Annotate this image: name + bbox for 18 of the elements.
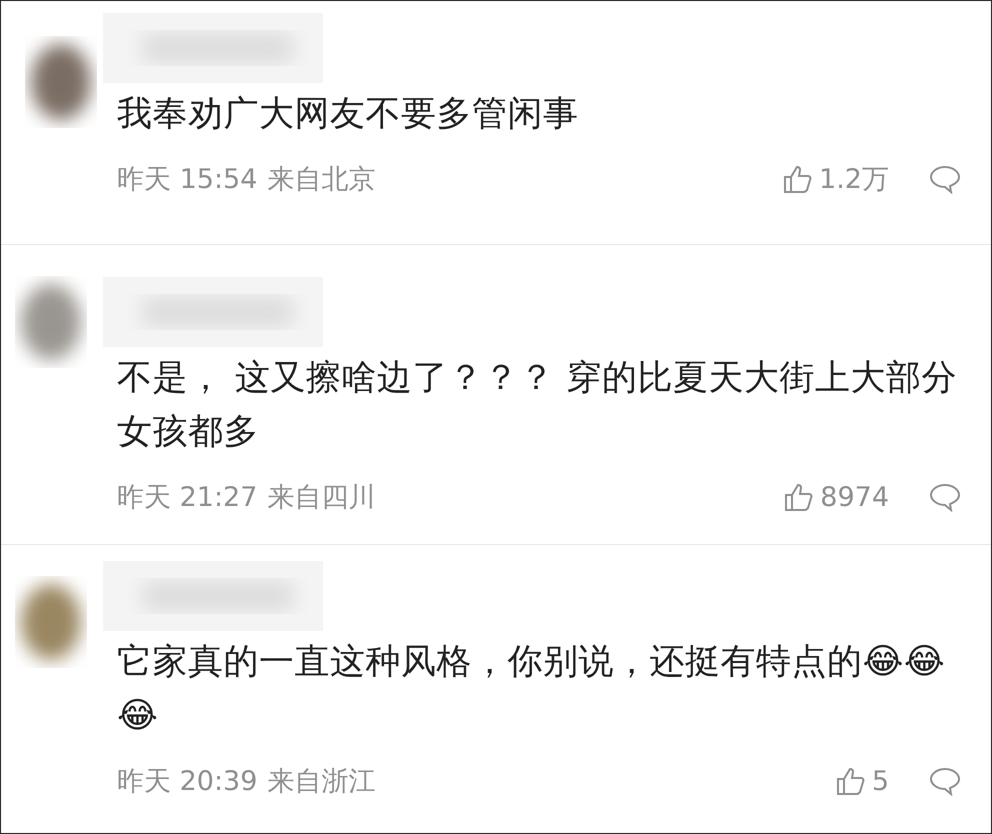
comment-location: 来自浙江	[267, 765, 376, 799]
comment-time: 昨天 15:54	[117, 163, 258, 197]
like-button[interactable]: 8974	[784, 482, 889, 512]
comment-text: 我奉劝广大网友不要多管闲事	[117, 93, 580, 136]
comment-time: 昨天 20:39	[117, 765, 258, 799]
comment-text: 它家真的一直这种风格，你别说，还挺有特点的😂😂😂	[117, 641, 946, 738]
like-button[interactable]: 5	[836, 766, 889, 796]
comment-icon[interactable]	[929, 766, 961, 796]
like-button[interactable]: 1.2万	[783, 161, 889, 197]
comment-text: 不是， 这又擦啥边了？？？ 穿的比夏天大街上大部分女孩都多	[117, 357, 958, 454]
thumbs-up-icon	[783, 164, 814, 194]
comment-location: 来自北京	[267, 163, 376, 197]
comment-location: 来自四川	[267, 481, 376, 515]
comment-time: 昨天 21:27	[117, 481, 258, 515]
comment-icon[interactable]	[929, 482, 961, 512]
thumbs-up-icon	[784, 482, 814, 512]
comment-icon[interactable]	[929, 164, 961, 194]
thumbs-up-icon	[836, 766, 866, 796]
